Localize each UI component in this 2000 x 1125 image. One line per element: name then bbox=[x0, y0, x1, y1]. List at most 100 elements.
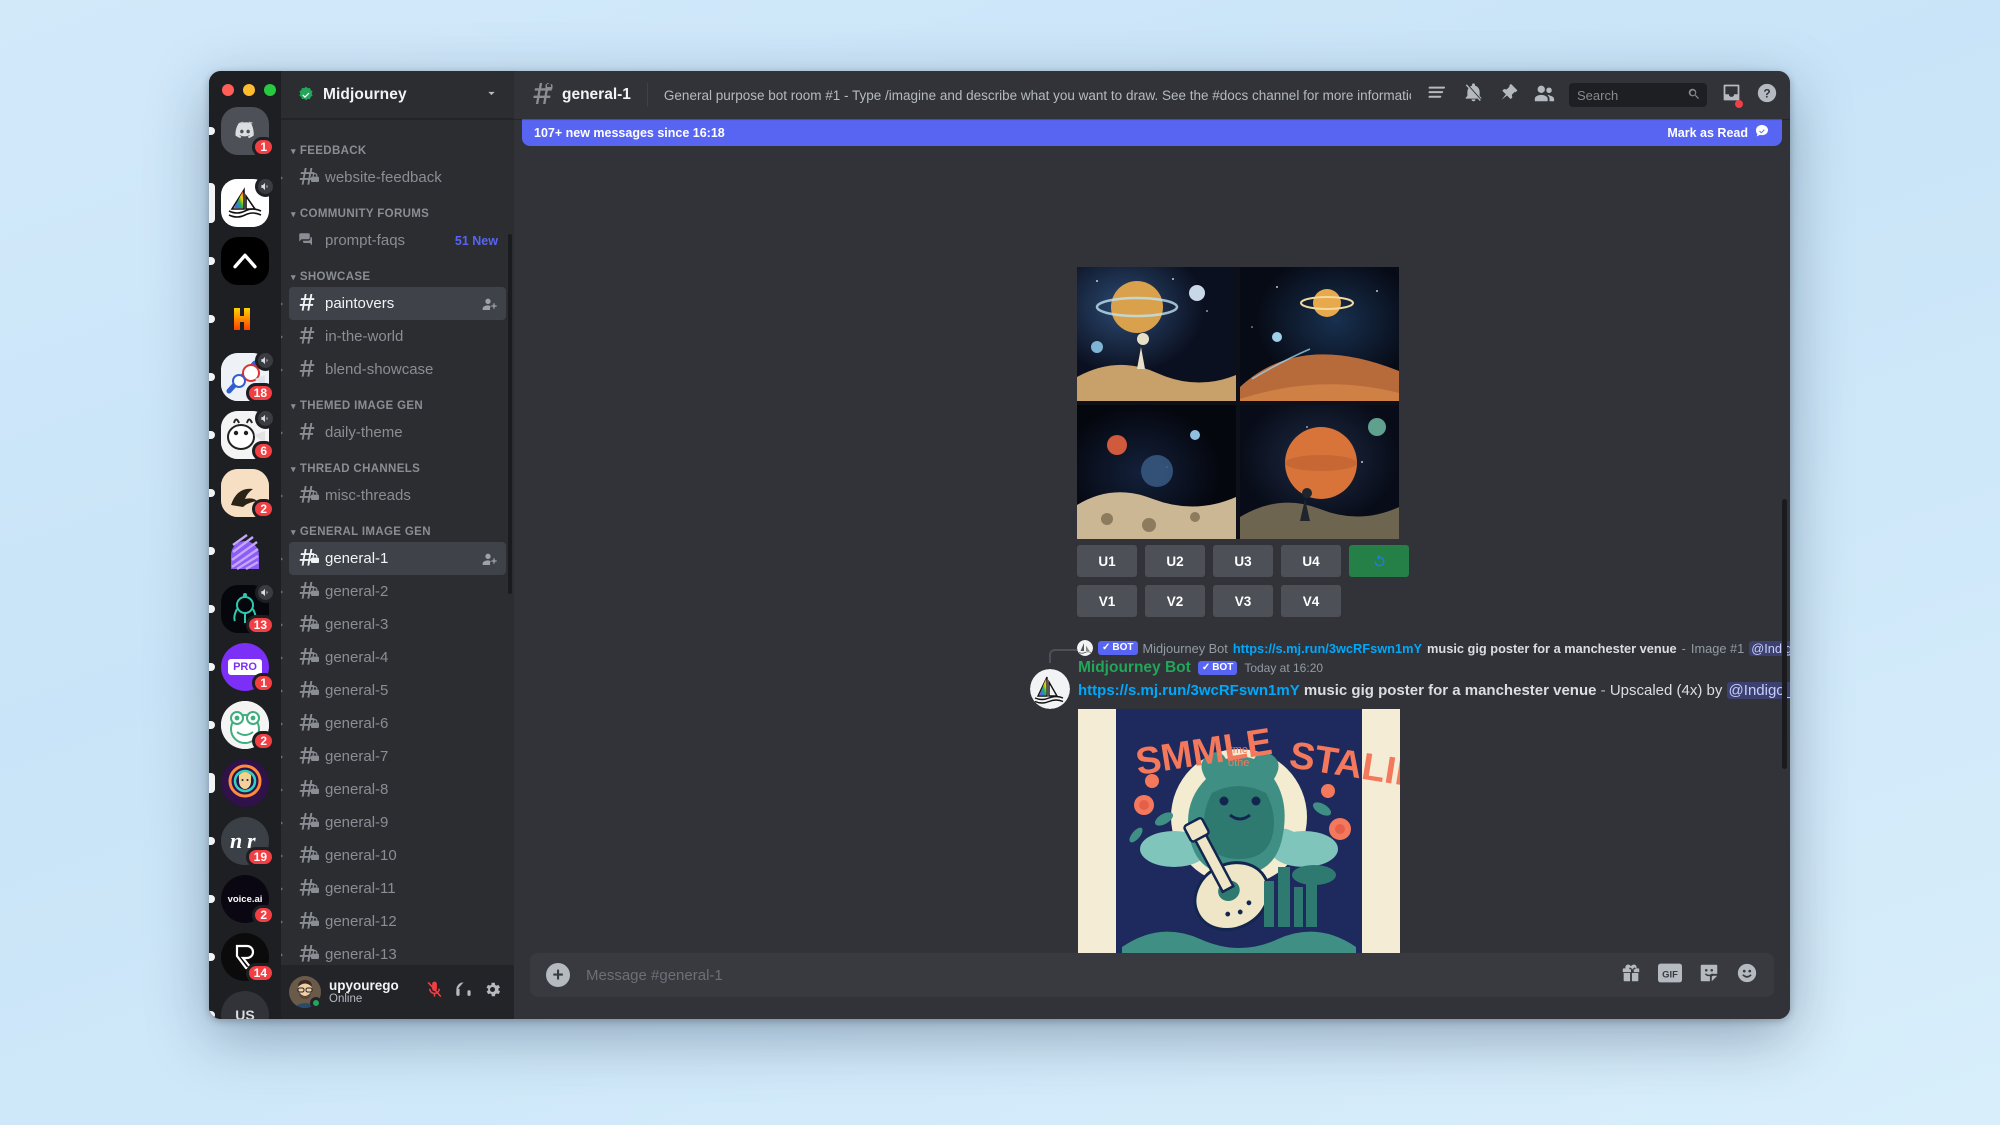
message-avatar[interactable] bbox=[1030, 669, 1070, 709]
sidebar-channel-general-13[interactable]: general-13 bbox=[281, 938, 506, 965]
search-input[interactable]: Search bbox=[1569, 83, 1707, 107]
create-invite-icon[interactable] bbox=[482, 296, 498, 312]
guild-header[interactable]: Midjourney bbox=[281, 71, 514, 119]
upscale-button-U2[interactable]: U2 bbox=[1145, 545, 1205, 577]
server-icon-n-mark[interactable]: n r 19 bbox=[209, 817, 275, 867]
threads-icon[interactable] bbox=[1427, 82, 1449, 109]
sidebar-channel-blend-showcase[interactable]: blend-showcase bbox=[281, 353, 506, 386]
server-icon-r-logo[interactable]: 14 bbox=[209, 933, 275, 983]
upscale-refresh-button[interactable] bbox=[1349, 545, 1409, 577]
variation-button-V3[interactable]: V3 bbox=[1213, 585, 1273, 617]
gear-icon[interactable] bbox=[483, 980, 502, 1004]
generated-image-grid[interactable] bbox=[1077, 267, 1399, 539]
chevron-down-icon[interactable] bbox=[485, 87, 498, 103]
variation-button-V2[interactable]: V2 bbox=[1145, 585, 1205, 617]
sidebar-channel-website-feedback[interactable]: website-feedback bbox=[281, 161, 506, 194]
headphones-icon[interactable] bbox=[454, 980, 473, 1004]
members-icon[interactable] bbox=[1533, 82, 1555, 109]
help-icon[interactable]: ? bbox=[1756, 82, 1778, 109]
upscale-button-U1[interactable]: U1 bbox=[1077, 545, 1137, 577]
channel-category-showcase[interactable]: ▾ SHOWCASE bbox=[281, 257, 514, 287]
notification-muted-icon[interactable] bbox=[1463, 82, 1484, 108]
ref-link[interactable]: https://s.mj.run/3wcRFswn1mY bbox=[1233, 641, 1422, 656]
thread-caret-icon[interactable] bbox=[281, 884, 283, 893]
server-icon-midjourney[interactable] bbox=[209, 176, 276, 227]
plus-circle-icon[interactable]: + bbox=[546, 963, 570, 987]
gif-icon[interactable]: GIF bbox=[1658, 963, 1682, 988]
server-icon-discord-home[interactable]: 1 bbox=[209, 107, 275, 157]
server-icon-m-logo[interactable] bbox=[209, 295, 273, 343]
sidebar-channel-general-8[interactable]: general-8 bbox=[281, 773, 506, 806]
microphone-muted-icon[interactable] bbox=[425, 980, 444, 1004]
thread-caret-icon[interactable] bbox=[281, 785, 283, 794]
variation-button-V4[interactable]: V4 bbox=[1281, 585, 1341, 617]
message-composer[interactable]: + Message #general-1 GIF bbox=[530, 953, 1774, 997]
sidebar-channel-general-4[interactable]: general-4 bbox=[281, 641, 506, 674]
thread-caret-icon[interactable] bbox=[281, 851, 283, 860]
new-messages-banner[interactable]: 107+ new messages since 16:18 Mark as Re… bbox=[522, 119, 1782, 146]
thread-caret-icon[interactable] bbox=[281, 587, 283, 596]
emoji-icon[interactable] bbox=[1736, 962, 1758, 989]
pin-icon[interactable] bbox=[1498, 82, 1519, 108]
message-list[interactable]: U1 U2 U3 U4 V1 V2 V3 V4 ✓ BOT Midjourney Bot h… bbox=[514, 119, 1790, 953]
channel-category-general-image-gen[interactable]: ▾ GENERAL IMAGE GEN bbox=[281, 512, 514, 542]
create-invite-icon[interactable] bbox=[482, 551, 498, 567]
sidebar-channel-daily-theme[interactable]: daily-theme bbox=[281, 416, 506, 449]
thread-caret-icon[interactable] bbox=[281, 491, 283, 500]
close-window-button[interactable] bbox=[222, 84, 234, 96]
message-scrollbar[interactable] bbox=[1782, 499, 1787, 769]
server-icon-frog[interactable]: 2 bbox=[209, 701, 275, 751]
server-icon-blue-art[interactable]: 18 bbox=[209, 350, 276, 403]
channel-category-feedback[interactable]: ▾ FEEDBACK bbox=[281, 131, 514, 161]
server-icon-portrait[interactable] bbox=[209, 759, 273, 807]
server-icon-us[interactable]: US bbox=[209, 991, 273, 1019]
zoom-window-button[interactable] bbox=[264, 84, 276, 96]
message-author[interactable]: Midjourney Bot bbox=[1078, 659, 1191, 677]
thread-caret-icon[interactable] bbox=[281, 917, 283, 926]
channel-category-thread-channels[interactable]: ▾ THREAD CHANNELS bbox=[281, 449, 514, 479]
thread-caret-icon[interactable] bbox=[281, 620, 283, 629]
thread-caret-icon[interactable] bbox=[281, 719, 283, 728]
server-icon-caret-up[interactable] bbox=[209, 237, 273, 285]
channel-list-scrollbar[interactable] bbox=[508, 234, 512, 594]
avatar[interactable] bbox=[289, 976, 322, 1009]
sidebar-channel-general-3[interactable]: general-3 bbox=[281, 608, 506, 641]
sidebar-channel-general-7[interactable]: general-7 bbox=[281, 740, 506, 773]
minimize-window-button[interactable] bbox=[243, 84, 255, 96]
sidebar-channel-prompt-faqs[interactable]: prompt-faqs 51 New bbox=[289, 224, 506, 257]
inbox-icon[interactable] bbox=[1721, 82, 1743, 108]
upscale-button-U4[interactable]: U4 bbox=[1281, 545, 1341, 577]
thread-caret-icon[interactable] bbox=[281, 653, 283, 662]
server-icon-cat[interactable]: 2 bbox=[209, 469, 275, 519]
channel-category-community-forums[interactable]: ▾ COMMUNITY FORUMS bbox=[281, 194, 514, 224]
sidebar-channel-general-5[interactable]: general-5 bbox=[281, 674, 506, 707]
upscale-button-U3[interactable]: U3 bbox=[1213, 545, 1273, 577]
message-link[interactable]: https://s.mj.run/3wcRFswn1mY bbox=[1078, 682, 1300, 699]
sticker-icon[interactable] bbox=[1698, 962, 1720, 989]
sidebar-channel-paintovers[interactable]: paintovers bbox=[281, 287, 506, 320]
sidebar-channel-general-1[interactable]: general-1 bbox=[281, 542, 506, 575]
gift-icon[interactable] bbox=[1620, 962, 1642, 989]
thread-caret-icon[interactable] bbox=[281, 299, 283, 308]
sidebar-channel-general-2[interactable]: general-2 bbox=[281, 575, 506, 608]
channel-category-themed-image-gen[interactable]: ▾ THEMED IMAGE GEN bbox=[281, 386, 514, 416]
channel-list[interactable]: ▾ FEEDBACK website-feedback ▾ COMMUNITY … bbox=[281, 119, 514, 965]
sidebar-channel-general-11[interactable]: general-11 bbox=[281, 872, 506, 905]
server-icon-llama[interactable]: 6 bbox=[209, 408, 276, 461]
sidebar-channel-general-10[interactable]: general-10 bbox=[281, 839, 506, 872]
generated-poster-image[interactable]: SMMLE STALIE Irme othe bbox=[1078, 708, 1400, 953]
server-icon-pro[interactable]: PRO 1 bbox=[209, 643, 275, 693]
message-reference[interactable]: ✓ BOT Midjourney Bot https://s.mj.run/3w… bbox=[1077, 639, 1790, 657]
thread-caret-icon[interactable] bbox=[281, 686, 283, 695]
sidebar-channel-misc-threads[interactable]: misc-threads bbox=[281, 479, 506, 512]
thread-caret-icon[interactable] bbox=[281, 950, 283, 959]
server-icon-voice-ai[interactable]: voice.ai 2 bbox=[209, 875, 275, 925]
mark-read-icon[interactable] bbox=[1754, 123, 1770, 142]
sidebar-channel-general-9[interactable]: general-9 bbox=[281, 806, 506, 839]
thread-caret-icon[interactable] bbox=[281, 818, 283, 827]
thread-caret-icon[interactable] bbox=[281, 428, 283, 437]
sidebar-channel-general-12[interactable]: general-12 bbox=[281, 905, 506, 938]
thread-caret-icon[interactable] bbox=[281, 173, 283, 182]
message-mention[interactable]: @Indigo_Art bbox=[1726, 682, 1790, 699]
variation-button-V1[interactable]: V1 bbox=[1077, 585, 1137, 617]
